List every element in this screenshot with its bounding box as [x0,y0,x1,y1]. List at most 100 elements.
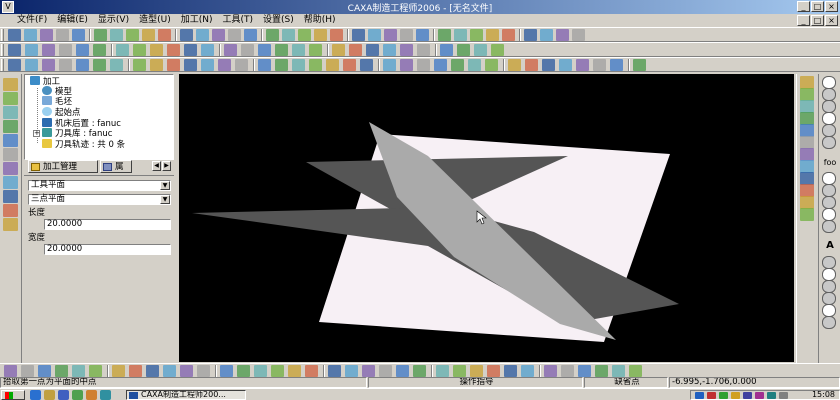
toolbar-tool-icon[interactable] [298,29,311,41]
surface-tool-icon[interactable] [610,59,623,71]
text-tool[interactable]: foo [822,156,838,169]
tree-item-toolpaths[interactable]: 刀具轨迹 : 共 0 条 [42,139,125,150]
surface-tool-icon[interactable] [133,59,146,71]
surface-tool-icon[interactable] [201,59,214,71]
toolbar-tool-icon[interactable] [110,29,123,41]
edit-tool-icon[interactable] [224,44,237,56]
toolbar-tool-icon[interactable] [524,29,537,41]
menu-edit[interactable]: 编辑(E) [52,14,93,27]
toolbar-tool-icon[interactable] [72,29,85,41]
menu-machining[interactable]: 加工(N) [176,14,218,27]
edit-tool-icon[interactable] [59,44,72,56]
toolbar-tool-icon[interactable] [438,29,451,41]
toolbar-tool-icon[interactable] [126,29,139,41]
toolbar-tool-icon[interactable] [502,29,515,41]
command-tool-icon[interactable] [4,365,17,377]
toolbar-tool-icon[interactable] [142,29,155,41]
toolbar-tool-icon[interactable] [470,29,483,41]
edit-tool-icon[interactable] [201,44,214,56]
toolbar-tool-icon[interactable] [228,29,241,41]
toolbar-tool-icon[interactable] [572,29,585,41]
surface-tool-icon[interactable] [417,59,430,71]
command-tool-icon[interactable] [544,365,557,377]
surface-tool-icon[interactable] [434,59,447,71]
menu-view[interactable]: 显示(V) [93,14,134,27]
edit-tool-icon[interactable] [184,44,197,56]
command-tool-icon[interactable] [345,365,358,377]
surface-tool-icon[interactable] [59,59,72,71]
command-tool-icon[interactable] [470,365,483,377]
surface-tool-icon[interactable] [25,59,38,71]
edit-tool-icon[interactable] [258,44,271,56]
surface-tool-icon[interactable] [383,59,396,71]
length-input[interactable]: 20.0000 [44,219,171,230]
toolbar-tool-icon[interactable] [368,29,381,41]
toolbar-tool-icon[interactable] [244,29,257,41]
toolbar-tool-icon[interactable] [282,29,295,41]
edit-tool-icon[interactable] [292,44,305,56]
command-tool-icon[interactable] [112,365,125,377]
tree-expander[interactable]: + [33,130,40,137]
tab-scroll-left[interactable]: ◀ [152,161,161,171]
tray-icon[interactable] [767,392,776,399]
toolbar-tool-icon[interactable] [180,29,193,41]
edit-tool-icon[interactable] [275,44,288,56]
toolbar-tool-icon[interactable] [196,29,209,41]
command-tool-icon[interactable] [271,365,284,377]
side-tool-icon[interactable] [3,204,18,217]
surface-tool-icon[interactable] [400,59,413,71]
surface-tool-icon[interactable] [468,59,481,71]
command-tool-icon[interactable] [288,365,301,377]
toolbar-tool-icon[interactable] [384,29,397,41]
edit-tool-icon[interactable] [366,44,379,56]
surface-tool-icon[interactable] [451,59,464,71]
command-tool-icon[interactable] [197,365,210,377]
command-tool-icon[interactable] [561,365,574,377]
command-tool-icon[interactable] [55,365,68,377]
toolbar-tool-icon[interactable] [540,29,553,41]
mdi-minimize-button[interactable]: _ [797,15,810,26]
command-tool-icon[interactable] [163,365,176,377]
surface-tool-icon[interactable] [235,59,248,71]
curve-tool-icon[interactable] [822,316,836,329]
edit-tool-icon[interactable] [76,44,89,56]
edit-tool-icon[interactable] [440,44,453,56]
command-tool-icon[interactable] [504,365,517,377]
tray-icon[interactable] [695,392,704,399]
edit-tool-icon[interactable] [42,44,55,56]
command-tool-icon[interactable] [89,365,102,377]
plane-type-combo[interactable]: 工具平面 ▼ [28,180,171,191]
side-tool-icon[interactable] [3,218,18,231]
edit-tool-icon[interactable] [383,44,396,56]
surface-tool-icon[interactable] [309,59,322,71]
plane-method-combo[interactable]: 三点平面 ▼ [28,194,171,205]
command-tool-icon[interactable] [180,365,193,377]
toolbar-tool-icon[interactable] [24,29,37,41]
surface-tool-icon[interactable] [485,59,498,71]
edit-tool-icon[interactable] [133,44,146,56]
folder-icon[interactable] [44,390,55,400]
tray-icon[interactable] [731,392,740,399]
surface-tool-icon[interactable] [633,59,646,71]
media-icon[interactable] [72,390,83,400]
command-tool-icon[interactable] [521,365,534,377]
close-button[interactable]: × [825,1,838,12]
mdi-restore-button[interactable]: □ [811,15,824,26]
toolbar-tool-icon[interactable] [266,29,279,41]
command-tool-icon[interactable] [629,365,642,377]
surface-tool-icon[interactable] [326,59,339,71]
surface-tool-icon[interactable] [525,59,538,71]
surface-tool-icon[interactable] [292,59,305,71]
toolbar-tool-icon[interactable] [158,29,171,41]
command-tool-icon[interactable] [487,365,500,377]
surface-tool-icon[interactable] [167,59,180,71]
command-tool-icon[interactable] [379,365,392,377]
menu-tools[interactable]: 工具(T) [218,14,259,27]
status-snap[interactable]: 缺省点 [584,377,668,388]
edit-tool-icon[interactable] [400,44,413,56]
letter-tool[interactable]: A [822,239,838,252]
menu-settings[interactable]: 设置(S) [258,14,299,27]
surface-tool-icon[interactable] [150,59,163,71]
toolbar-tool-icon[interactable] [556,29,569,41]
tab-scroll-right[interactable]: ▶ [162,161,171,171]
